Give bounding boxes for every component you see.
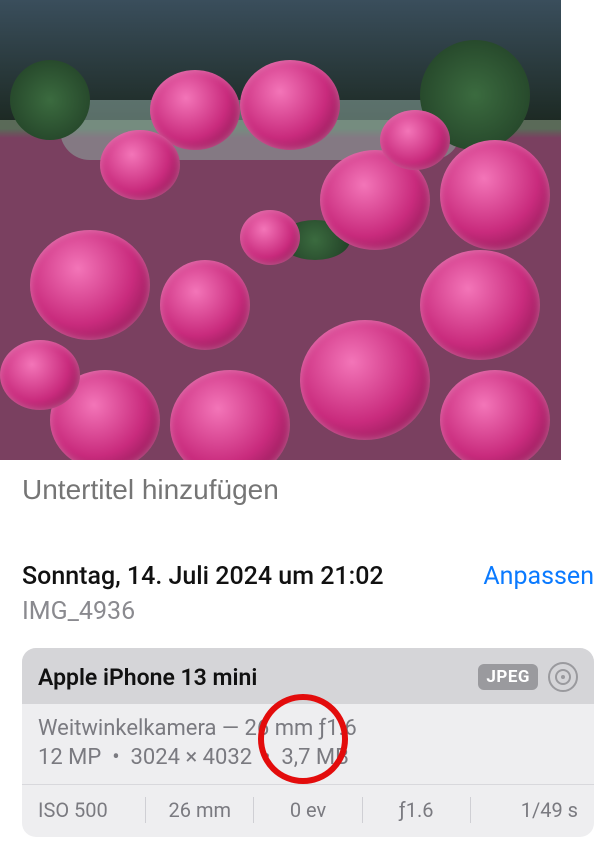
dimensions: 3024 × 4032	[131, 745, 253, 770]
info-card: Sonntag, 14. Juli 2024 um 21:02 Anpassen…	[0, 540, 616, 847]
adjust-button[interactable]: Anpassen	[483, 562, 594, 591]
photo-specs: 12 MP • 3024 × 4032 • 3,7 MB	[38, 745, 578, 770]
focal-value: 26 mm	[169, 798, 232, 822]
caption-area	[0, 460, 561, 530]
lens-icon	[548, 662, 578, 692]
photo-date: Sonntag, 14. Juli 2024 um 21:02	[22, 562, 384, 591]
format-badge: JPEG	[478, 664, 538, 690]
shutter-value: 1/49 s	[521, 798, 578, 822]
iso-value: ISO 500	[38, 798, 108, 822]
megapixels: 12 MP	[38, 745, 101, 770]
filesize: 3,7 MB	[281, 745, 348, 770]
device-name: Apple iPhone 13 mini	[38, 664, 257, 691]
lens-info: Weitwinkelkamera — 26 mm ƒ1.6	[38, 716, 578, 741]
photo-filename: IMG_4936	[22, 597, 594, 626]
caption-input[interactable]	[22, 474, 539, 506]
aperture-value: ƒ1.6	[399, 798, 434, 822]
ev-value: 0 ev	[290, 798, 326, 822]
exif-card: Apple iPhone 13 mini JPEG Weitwinkelkame…	[22, 648, 594, 837]
exif-footer: ISO 500 26 mm 0 ev ƒ1.6 1/49 s	[22, 785, 594, 837]
photo-preview[interactable]	[0, 0, 561, 460]
